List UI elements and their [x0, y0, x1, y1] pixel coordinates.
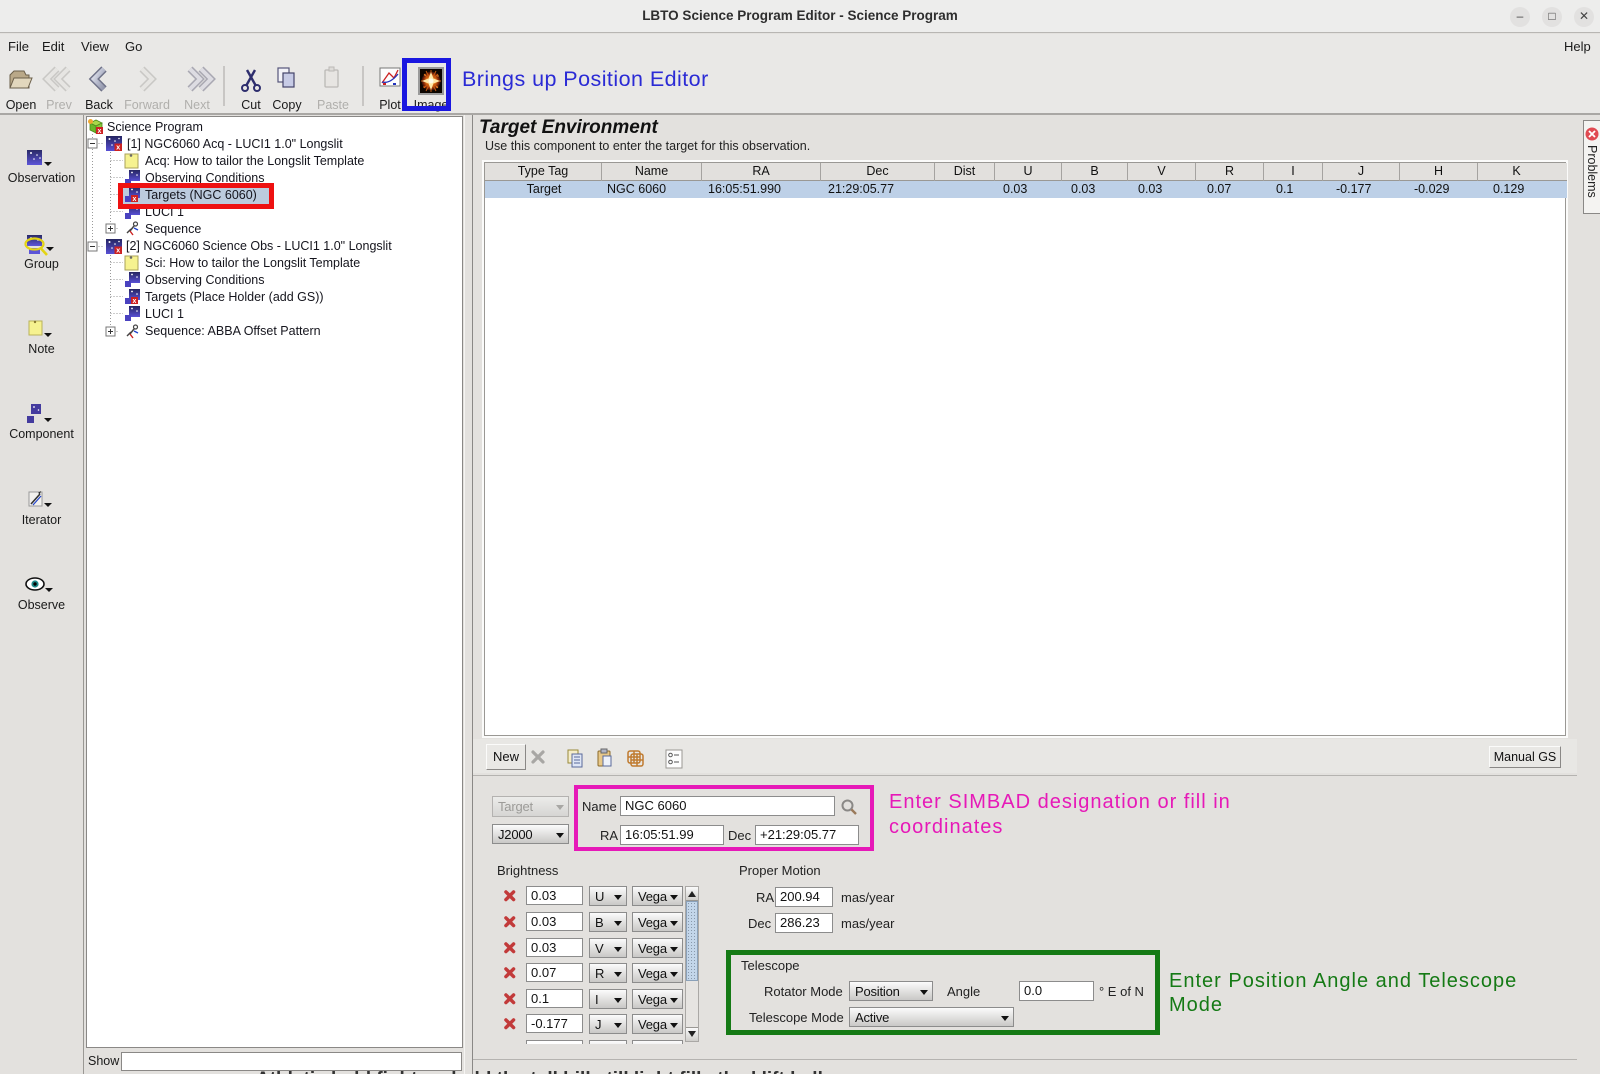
svg-text:x: x	[133, 298, 137, 305]
svg-text:x: x	[98, 128, 102, 135]
